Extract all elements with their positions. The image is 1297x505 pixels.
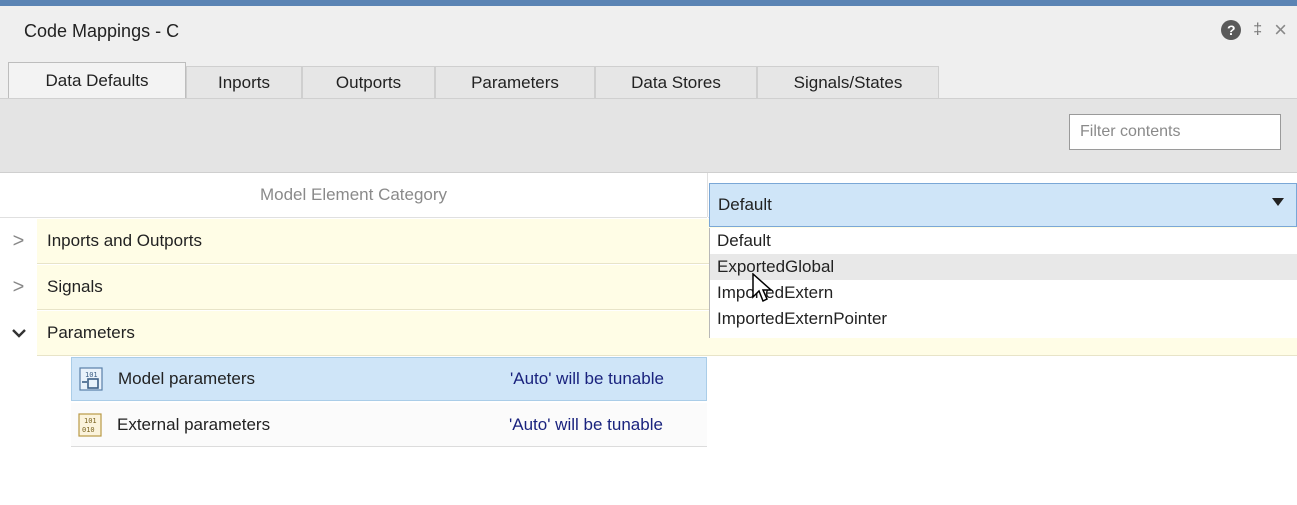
panel-title: Code Mappings - C: [24, 21, 180, 41]
storage-class-select[interactable]: Default: [709, 183, 1297, 227]
storage-class-value: Default: [718, 195, 772, 214]
row-name: External parameters: [117, 414, 271, 434]
panel-titlebar: Code Mappings - C ? ‡ ×: [0, 6, 1297, 58]
pin-icon[interactable]: ‡: [1253, 21, 1262, 39]
tab-inports[interactable]: Inports: [186, 66, 302, 98]
group-label: Parameters: [47, 323, 135, 342]
storage-class-dropdown-list: Default ExportedGlobal ImportedExtern Im…: [709, 228, 1297, 338]
svg-text:010: 010: [82, 426, 95, 434]
expand-chevron-icon[interactable]: >: [0, 265, 37, 309]
group-label: Inports and Outports: [47, 231, 202, 250]
expand-chevron-icon[interactable]: >: [0, 219, 37, 263]
option-default[interactable]: Default: [710, 228, 1297, 254]
collapse-chevron-icon[interactable]: [0, 311, 37, 355]
external-parameters-icon: 101 010: [77, 412, 103, 438]
option-imported-extern-pointer[interactable]: ImportedExternPointer: [710, 306, 1297, 332]
svg-text:101: 101: [85, 371, 98, 379]
tab-data-defaults[interactable]: Data Defaults: [8, 62, 186, 98]
svg-text:101: 101: [84, 417, 97, 425]
row-tunable-note: 'Auto' will be tunable: [509, 414, 663, 434]
option-exported-global[interactable]: ExportedGlobal: [710, 254, 1297, 280]
row-name: Model parameters: [118, 369, 256, 388]
tab-parameters[interactable]: Parameters: [435, 66, 595, 98]
group-label: Signals: [47, 277, 103, 296]
mouse-cursor-icon: [752, 273, 773, 303]
tab-bar: Data Defaults Inports Outports Parameter…: [0, 58, 1297, 98]
model-parameters-icon: 101: [78, 366, 104, 392]
tab-outports[interactable]: Outports: [302, 66, 435, 98]
row-tunable-note: 'Auto' will be tunable: [510, 369, 664, 388]
table-row-model-parameters[interactable]: 101 Model parameters 'Auto' will be tuna…: [71, 357, 707, 401]
help-icon[interactable]: ?: [1221, 20, 1242, 40]
dropdown-arrow-icon[interactable]: [1272, 198, 1284, 206]
tab-data-stores[interactable]: Data Stores: [595, 66, 757, 98]
filter-input[interactable]: [1069, 114, 1281, 150]
option-imported-extern[interactable]: ImportedExtern: [710, 280, 1297, 306]
titlebar-controls: ? ‡ ×: [1221, 19, 1287, 41]
table-row-external-parameters[interactable]: 101 010 External parameters 'Auto' will …: [71, 403, 707, 447]
close-icon[interactable]: ×: [1274, 19, 1287, 41]
toolbar: [0, 98, 1297, 173]
column-header-category[interactable]: Model Element Category: [0, 173, 707, 218]
tab-signals-states[interactable]: Signals/States: [757, 66, 939, 98]
